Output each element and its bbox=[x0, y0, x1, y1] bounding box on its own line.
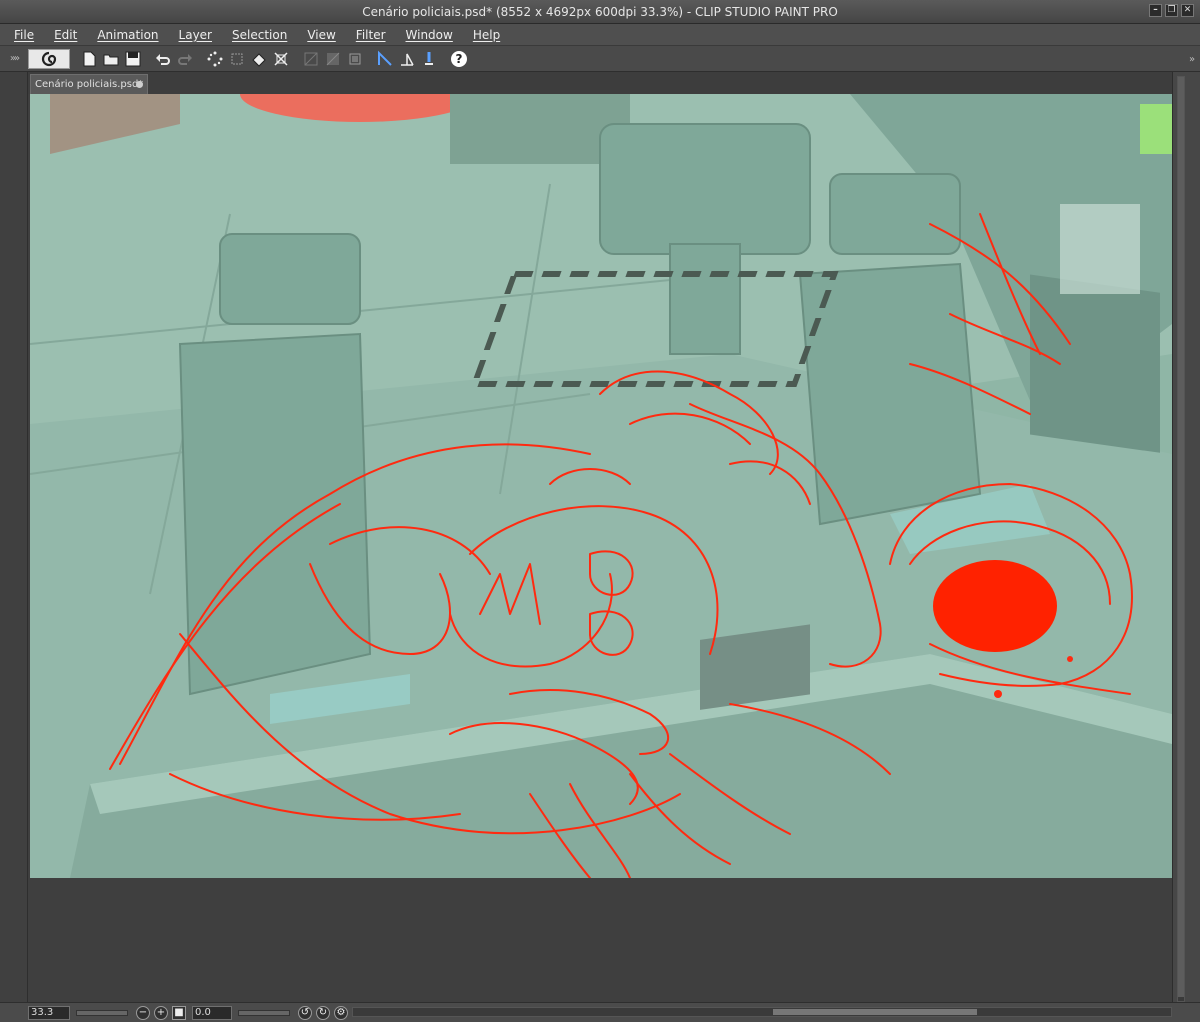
reset-rotation-icon[interactable]: ⚙ bbox=[334, 1005, 348, 1020]
window-controls: – ❐ ✕ bbox=[1149, 4, 1194, 17]
zoom-slider[interactable] bbox=[76, 1009, 128, 1016]
select-points-icon[interactable] bbox=[204, 48, 226, 70]
ruler-icon[interactable] bbox=[374, 48, 396, 70]
frame-icon[interactable] bbox=[344, 48, 366, 70]
layer-icon[interactable] bbox=[300, 48, 322, 70]
tab-document[interactable]: Cenário policiais.psd* bbox=[30, 74, 148, 94]
artwork bbox=[30, 94, 1172, 878]
collapse-right-icon[interactable]: » bbox=[1184, 46, 1200, 72]
rotation-field[interactable]: 0.0 bbox=[192, 1005, 232, 1020]
drawing-canvas[interactable] bbox=[30, 94, 1172, 878]
clip-studio-logo-icon[interactable] bbox=[28, 48, 70, 69]
horizontal-scroll-thumb[interactable] bbox=[773, 1009, 977, 1015]
svg-text:?: ? bbox=[456, 52, 463, 66]
collapse-left-icon[interactable]: »» bbox=[0, 46, 28, 72]
open-file-icon[interactable] bbox=[100, 48, 122, 70]
pen-icon[interactable] bbox=[418, 48, 440, 70]
layer-grid-icon[interactable] bbox=[322, 48, 344, 70]
command-bar: »» ? » bbox=[0, 46, 1200, 72]
minimize-icon[interactable]: – bbox=[1149, 4, 1162, 17]
title-bar: Cenário policiais.psd* (8552 x 4692px 60… bbox=[0, 0, 1200, 24]
vertical-scrollbar[interactable] bbox=[1172, 72, 1200, 1006]
menu-window[interactable]: Window bbox=[406, 28, 453, 42]
zoom-field[interactable]: 33.3 bbox=[28, 1005, 70, 1020]
menu-filter[interactable]: Filter bbox=[356, 28, 386, 42]
vertical-scroll-thumb[interactable] bbox=[1178, 77, 1184, 997]
rotate-right-icon[interactable]: ↻ bbox=[316, 1005, 330, 1020]
transform-icon[interactable] bbox=[226, 48, 248, 70]
menu-file[interactable]: File bbox=[14, 28, 34, 42]
menu-edit[interactable]: Edit bbox=[54, 28, 77, 42]
window-title: Cenário policiais.psd* (8552 x 4692px 60… bbox=[362, 4, 838, 19]
vertical-scroll-track[interactable] bbox=[1177, 76, 1185, 1002]
fit-window-icon[interactable]: ■ bbox=[172, 1005, 186, 1020]
fit-selection-icon[interactable] bbox=[270, 48, 292, 70]
navigator-bar: 33.3 − + ■ 0.0 ↺ ↻ ⚙ bbox=[0, 1002, 1200, 1022]
new-file-icon[interactable] bbox=[78, 48, 100, 70]
tab-document-label: Cenário policiais.psd* bbox=[35, 79, 144, 90]
redo-icon[interactable] bbox=[174, 48, 196, 70]
restore-icon[interactable]: ❐ bbox=[1165, 4, 1178, 17]
left-panel-gutter bbox=[0, 72, 28, 1002]
menu-help[interactable]: Help bbox=[473, 28, 500, 42]
zoom-out-icon[interactable]: − bbox=[136, 1005, 150, 1020]
save-icon[interactable] bbox=[122, 48, 144, 70]
red-fill-blob bbox=[933, 560, 1057, 652]
rotate-left-icon[interactable]: ↺ bbox=[298, 1005, 312, 1020]
menu-view[interactable]: View bbox=[307, 28, 335, 42]
zoom-in-icon[interactable]: + bbox=[154, 1005, 168, 1020]
help-icon[interactable]: ? bbox=[448, 48, 470, 70]
tab-close-icon[interactable] bbox=[136, 81, 143, 88]
menu-bar: File Edit Animation Layer Selection View… bbox=[0, 24, 1200, 46]
perspective-icon[interactable] bbox=[396, 48, 418, 70]
close-icon[interactable]: ✕ bbox=[1181, 4, 1194, 17]
undo-icon[interactable] bbox=[152, 48, 174, 70]
fill-icon[interactable] bbox=[248, 48, 270, 70]
horizontal-scrollbar[interactable] bbox=[352, 1007, 1172, 1017]
document-tabs: Cenário policiais.psd* bbox=[28, 72, 1172, 94]
menu-animation[interactable]: Animation bbox=[97, 28, 158, 42]
rotation-slider[interactable] bbox=[238, 1009, 290, 1016]
canvas-area[interactable] bbox=[28, 94, 1172, 1002]
menu-layer[interactable]: Layer bbox=[179, 28, 212, 42]
menu-selection[interactable]: Selection bbox=[232, 28, 287, 42]
